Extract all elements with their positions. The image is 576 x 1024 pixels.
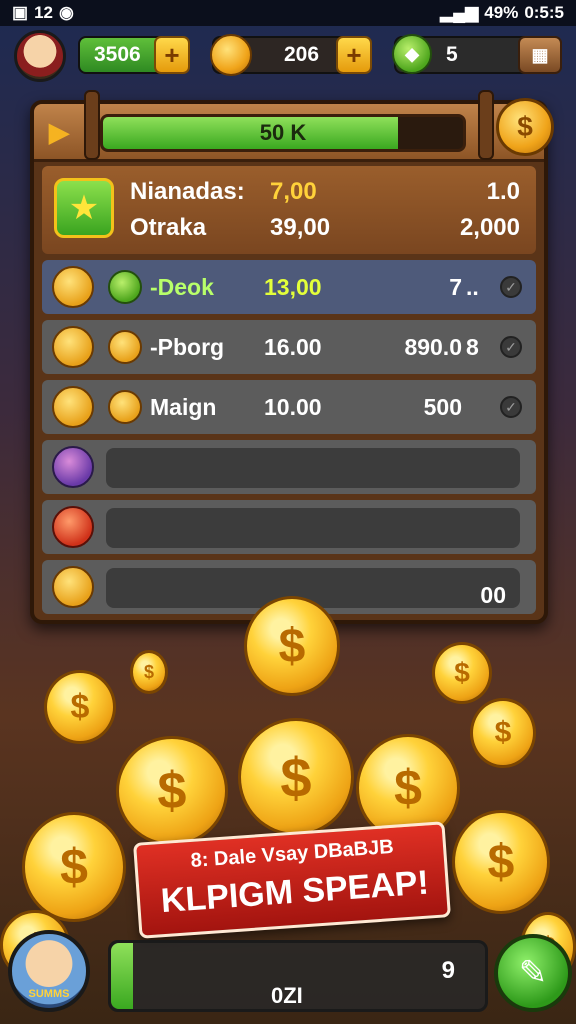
play-arrow-icon[interactable]: ▶ [44, 116, 74, 148]
wood-peg-right [478, 90, 494, 160]
progress-bar: 50 K [100, 114, 466, 152]
energy-icon: ◆ [392, 34, 432, 74]
dollar-coin-icon: $ [130, 650, 168, 694]
bottom-progress-bar: 0ZI 9 [108, 940, 488, 1012]
character-avatar[interactable]: SUMMS [8, 930, 90, 1012]
item-name: -Pborg [150, 334, 225, 360]
energy-value: 5 [446, 43, 458, 66]
reward-banner[interactable]: 8: Dale Vsay DBaBJB KLPIGM SPEAP! [133, 821, 451, 939]
summary-row-2: Otraka 39,00 2,000 [130, 210, 530, 246]
record-icon: ◉ [58, 3, 74, 22]
summary-value: 7,00 [270, 178, 317, 205]
summary-label: Otraka [130, 214, 207, 241]
avatar-label: SUMMS [28, 988, 70, 1000]
bottom-bar-number: 9 [441, 957, 455, 984]
pencil-icon [52, 506, 94, 548]
add-coins-button[interactable]: + [336, 36, 372, 74]
dollar-coin-icon: $ [22, 812, 126, 922]
list-item[interactable]: -Pborg 16.00 890.0 8 ✓ [42, 320, 536, 374]
dollar-coin-icon: $ [116, 736, 228, 846]
item-qty: 890.0 [404, 334, 462, 360]
player-avatar[interactable] [14, 30, 66, 82]
summary-value: 39,00 [270, 214, 331, 241]
empty-slot-row[interactable] [42, 440, 536, 494]
bell-icon [52, 326, 94, 368]
item-amount: 10.00 [264, 394, 322, 420]
slot-value: 00 [480, 582, 506, 608]
bottom-bar-value: 0ZI [271, 983, 303, 1008]
item-name: Maign [150, 394, 217, 420]
star-icon: ★ [54, 178, 114, 238]
dollar-coin-icon: $ [470, 698, 536, 768]
signal-icon: ▂▄▆ [440, 3, 479, 22]
bottom-progress-fill [111, 943, 133, 1009]
item-extra: 8 [466, 334, 479, 360]
summary-box: ★ Nianadas: 7,00 1.0 Otraka 39,00 2,000 [42, 166, 536, 254]
menu-button[interactable]: ▦ [518, 36, 562, 74]
item-amount: 16.00 [264, 334, 322, 360]
upgrade-panel: ▶ 50 K $ ★ Nianadas: 7,00 1.0 Otraka 39,… [30, 90, 554, 624]
empty-slot [106, 508, 520, 548]
summary-value-2: 1.0 [486, 178, 520, 205]
dollar-coin-icon: $ [452, 810, 550, 914]
list-item[interactable]: -Deok 13,00 7 .. ✓ [42, 260, 536, 314]
empty-slot [106, 448, 520, 488]
panel-header: ▶ 50 K $ [34, 90, 554, 162]
summary-label: Nianadas: [130, 178, 245, 205]
wood-peg-left [84, 90, 100, 160]
item-qty: 7 [449, 274, 462, 300]
dollar-coin-icon: $ [44, 670, 116, 744]
coins-counter: 206 + [210, 34, 372, 76]
potion-icon [52, 446, 94, 488]
item-qty: 500 [423, 394, 462, 420]
gems-value: 3506 [94, 43, 141, 66]
energy-counter: ◆ 5 ▦ [392, 34, 562, 74]
clock-coin-icon [108, 270, 142, 304]
coin-icon [108, 390, 142, 424]
empty-slot-row[interactable] [42, 500, 536, 554]
check-icon[interactable]: ✓ [500, 336, 522, 358]
resource-bar: 3506 + 206 + ◆ 5 ▦ [0, 26, 576, 84]
dollar-coin-icon: $ [244, 596, 340, 696]
dollar-coin-icon: $ [432, 642, 492, 704]
summary-value-2: 2,000 [459, 214, 520, 241]
list-item[interactable]: Maign 10.00 500 ✓ [42, 380, 536, 434]
status-left: 12 [34, 3, 53, 22]
chef-icon [52, 266, 94, 308]
progress-label: 50 K [259, 120, 307, 145]
summary-row-1: Nianadas: 7,00 1.0 [130, 174, 530, 210]
add-gems-button[interactable]: + [154, 36, 190, 74]
status-bar: ▣ 12 ◉ ▂▄▆ 49% 0:5:5 [0, 0, 576, 26]
coins-value: 206 [284, 43, 320, 66]
battery-level: 49% [484, 3, 519, 22]
chest-icon [52, 566, 94, 608]
item-name: -Deok [150, 274, 214, 300]
item-amount: 13,00 [264, 274, 322, 300]
coin-icon [108, 330, 142, 364]
notification-icon: ▣ [12, 3, 29, 22]
check-icon[interactable]: ✓ [500, 396, 522, 418]
item-extra: .. [466, 274, 479, 300]
clock: 0:5:5 [524, 3, 564, 22]
gems-counter: 3506 + [78, 36, 190, 74]
check-icon[interactable]: ✓ [500, 276, 522, 298]
coin-stack-icon [52, 386, 94, 428]
dollar-coin-icon[interactable]: $ [496, 98, 554, 156]
dollar-coin-icon: $ [238, 718, 354, 836]
coin-icon [210, 34, 252, 76]
edit-pencil-button[interactable]: ✎ [494, 934, 572, 1012]
